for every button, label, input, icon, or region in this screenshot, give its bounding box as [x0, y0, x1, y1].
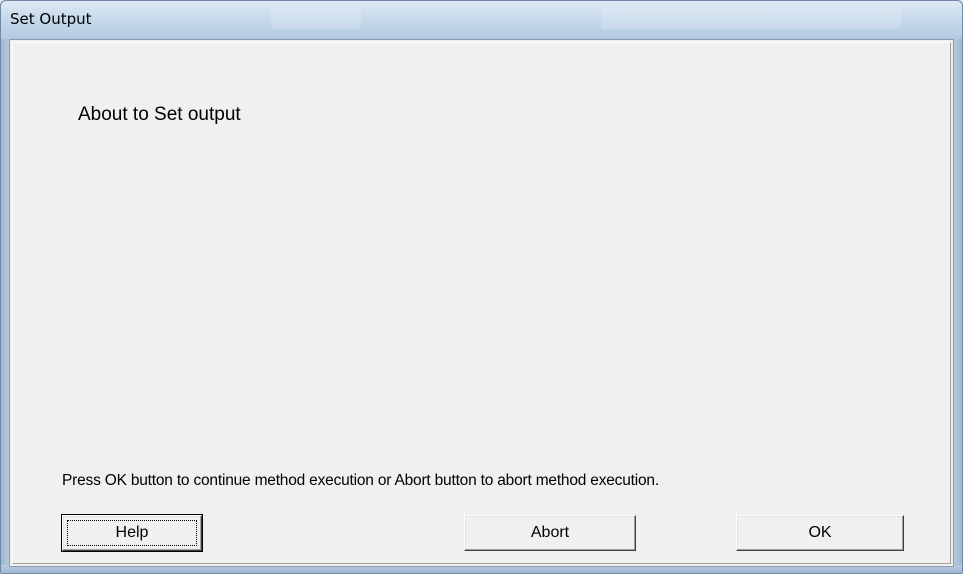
ok-button[interactable]: OK [736, 515, 904, 551]
window-border-left [1, 39, 9, 567]
window-border-right [954, 39, 962, 567]
ok-button-label: OK [808, 524, 832, 541]
abort-button-label: Abort [530, 524, 570, 541]
instruction-text: Press OK button to continue method execu… [62, 472, 659, 489]
background-blur [601, 9, 901, 29]
title-bar[interactable]: Set Output [1, 1, 962, 39]
dialog-body: About to Set output Press OK button to c… [9, 39, 954, 567]
dialog-message: About to Set output [78, 104, 241, 125]
help-button-label: Help [115, 524, 149, 541]
dialog-window: Set Output About to Set output Press OK … [0, 0, 963, 574]
help-button[interactable]: Help [61, 514, 203, 552]
background-blur [271, 9, 361, 29]
window-title: Set Output [10, 10, 92, 28]
abort-button[interactable]: Abort [464, 515, 636, 551]
